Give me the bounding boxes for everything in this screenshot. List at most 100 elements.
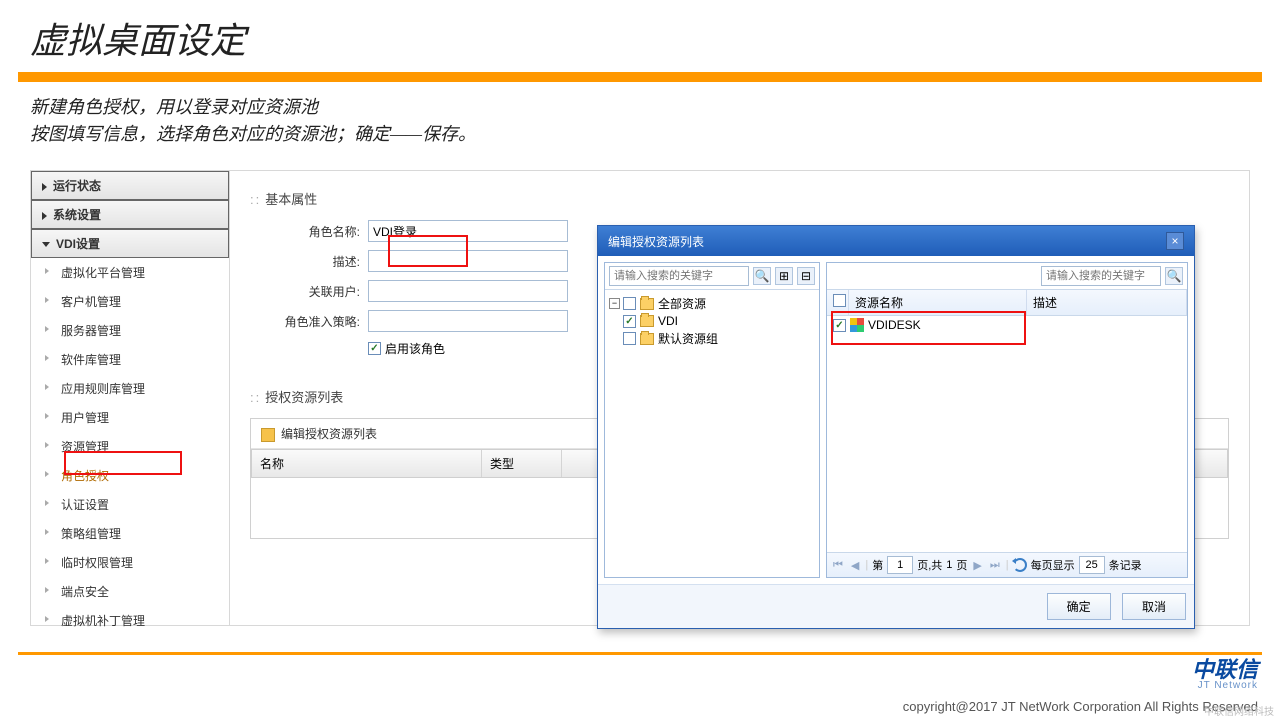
pager-total: 1 (946, 559, 952, 571)
tree-checkbox[interactable] (623, 332, 636, 345)
grid-pane: 🔍 资源名称 描述 VDIDESK ⏮ ◀ | 第 页,共 1 页 (826, 262, 1188, 578)
sidebar-item-vdi[interactable]: VDI设置 (31, 229, 229, 258)
sidebar-subitem-label: 角色授权 (61, 469, 109, 483)
sidebar-subitem[interactable]: 服务器管理 (31, 316, 229, 345)
dialog-titlebar[interactable]: 编辑授权资源列表 × (598, 226, 1194, 256)
sidebar-subitem[interactable]: 虚拟机补丁管理 (31, 606, 229, 635)
sidebar-subitem[interactable]: 应用规则库管理 (31, 374, 229, 403)
sidebar-item-label: VDI设置 (56, 237, 100, 251)
tree-root[interactable]: − 全部资源 (609, 294, 815, 313)
pager-page-input[interactable] (887, 556, 913, 574)
tree-checkbox[interactable] (623, 297, 636, 310)
tree-node-label: 默认资源组 (658, 330, 718, 347)
sidebar-subitem-label: 虚拟机补丁管理 (61, 614, 145, 628)
sidebar-subitem-label: 认证设置 (61, 498, 109, 512)
sidebar-item-sysconfig[interactable]: 系统设置 (31, 200, 229, 229)
sidebar-subitem-roleauth[interactable]: 角色授权 (31, 461, 229, 490)
sidebar-subitem-label: 应用规则库管理 (61, 382, 145, 396)
sidebar-subitem[interactable]: 端点安全 (31, 577, 229, 606)
logo-en: JT Network (1192, 681, 1258, 691)
sidebar-item-label: 运行状态 (53, 179, 101, 193)
sidebar-subitem[interactable]: 虚拟化平台管理 (31, 258, 229, 287)
grid-col-type: 类型 (482, 450, 562, 477)
sidebar-subitem[interactable]: 客户机管理 (31, 287, 229, 316)
label-desc: 描述: (250, 253, 360, 270)
label-users: 关联用户: (250, 283, 360, 300)
grid-search-input[interactable] (1041, 266, 1161, 286)
windows-icon (850, 318, 864, 332)
section-basic: ::基本属性 (250, 189, 1229, 208)
search-icon[interactable]: 🔍 (753, 267, 771, 285)
row-checkbox[interactable] (833, 319, 846, 332)
tree-node-vdi[interactable]: VDI (609, 313, 815, 329)
subtitle-line2: 按图填写信息，选择角色对应的资源池；确定——保存。 (30, 121, 1250, 148)
pager-prev-icon[interactable]: ◀ (849, 559, 861, 572)
auth-edit-label: 编辑授权资源列表 (281, 427, 377, 441)
pager-last-icon[interactable]: ⏭ (988, 559, 1002, 572)
pager-next-icon[interactable]: ▶ (971, 559, 983, 572)
sidebar-subitem[interactable]: 临时权限管理 (31, 548, 229, 577)
checkbox-enable[interactable] (368, 342, 381, 355)
refresh-icon[interactable] (1013, 558, 1027, 572)
pager-label: 页 (956, 557, 967, 573)
pager-label: 第 (872, 557, 883, 573)
divider-bar (18, 72, 1262, 82)
section-label: 基本属性 (265, 192, 317, 207)
select-all-checkbox[interactable] (833, 294, 846, 307)
expand-all-icon[interactable]: ⊞ (775, 267, 793, 285)
expander-icon[interactable]: − (609, 298, 620, 309)
grid-col-desc[interactable]: 描述 (1027, 290, 1187, 315)
sidebar-subitem[interactable]: 用户管理 (31, 403, 229, 432)
tree-node-label: VDI (658, 314, 678, 328)
pager: ⏮ ◀ | 第 页,共 1 页 ▶ ⏭ | 每页显示 条记录 (827, 552, 1187, 577)
pager-size-input[interactable] (1079, 556, 1105, 574)
sidebar-subitem-label: 客户机管理 (61, 295, 121, 309)
search-icon[interactable]: 🔍 (1165, 267, 1183, 285)
sidebar-subitem[interactable]: 认证设置 (31, 490, 229, 519)
sidebar-item-label: 系统设置 (53, 208, 101, 222)
grid-col-name: 名称 (252, 450, 482, 477)
watermark: 中联信网络科技 (1204, 703, 1274, 718)
input-users[interactable] (368, 280, 568, 302)
sidebar-item-runstate[interactable]: 运行状态 (31, 171, 229, 200)
dialog-edit-auth: 编辑授权资源列表 × 🔍 ⊞ ⊟ − 全部资源 VDI (597, 225, 1195, 629)
tree-search-input[interactable] (609, 266, 749, 286)
close-icon[interactable]: × (1166, 232, 1184, 250)
grid-col-resname[interactable]: 资源名称 (849, 290, 1027, 315)
sidebar-subitem-label: 服务器管理 (61, 324, 121, 338)
sidebar-subitem[interactable]: 软件库管理 (31, 345, 229, 374)
sidebar-subitem-label: 临时权限管理 (61, 556, 133, 570)
collapse-all-icon[interactable]: ⊟ (797, 267, 815, 285)
resource-tree: − 全部资源 VDI 默认资源组 (605, 290, 819, 352)
sidebar-subitem-label: 虚拟化平台管理 (61, 266, 145, 280)
label-rolename: 角色名称: (250, 223, 360, 240)
edit-icon (261, 428, 275, 442)
slide-subtitle: 新建角色授权，用以登录对应资源池 按图填写信息，选择角色对应的资源池；确定——保… (0, 82, 1280, 158)
input-rolename[interactable] (368, 220, 568, 242)
tree-node-default[interactable]: 默认资源组 (609, 329, 815, 348)
input-policy[interactable] (368, 310, 568, 332)
folder-icon (640, 315, 654, 327)
cancel-button[interactable]: 取消 (1122, 593, 1186, 620)
sidebar-subitem-label: 用户管理 (61, 411, 109, 425)
ok-button[interactable]: 确定 (1047, 593, 1111, 620)
sidebar-subitem[interactable]: 资源管理 (31, 432, 229, 461)
label-policy: 角色准入策略: (250, 313, 360, 330)
sidebar-subitem[interactable]: 策略组管理 (31, 519, 229, 548)
logo: 中联信 JT Network (1192, 659, 1258, 691)
pager-label: 每页显示 (1031, 557, 1075, 573)
section-label: 授权资源列表 (265, 390, 343, 405)
pager-first-icon[interactable]: ⏮ (831, 559, 845, 572)
sidebar-subitem-label: 资源管理 (61, 440, 109, 454)
sidebar: 运行状态 系统设置 VDI设置 虚拟化平台管理 客户机管理 服务器管理 软件库管… (30, 170, 230, 626)
sidebar-subitem-label: 软件库管理 (61, 353, 121, 367)
grid-row[interactable]: VDIDESK (827, 316, 1187, 334)
input-desc[interactable] (368, 250, 568, 272)
tree-checkbox[interactable] (623, 315, 636, 328)
footer: 中联信 JT Network copyright@2017 JT NetWork… (0, 644, 1280, 720)
tree-pane: 🔍 ⊞ ⊟ − 全部资源 VDI 默 (604, 262, 820, 578)
divider-bar (18, 652, 1262, 655)
sidebar-subitem-label: 策略组管理 (61, 527, 121, 541)
tree-node-label: 全部资源 (658, 295, 706, 312)
label-enable: 启用该角色 (385, 340, 445, 357)
